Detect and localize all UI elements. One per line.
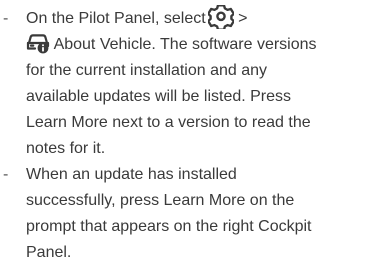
gear-icon	[207, 4, 234, 29]
car-info-icon	[26, 32, 50, 54]
step-text-rest: About Vehicle. The software versions for…	[26, 36, 317, 157]
bullet: -	[3, 10, 9, 27]
step-text: When an update has installed successfull…	[26, 166, 312, 261]
menu-separator: >	[233, 10, 248, 27]
step-text: On the Pilot Panel, select > About Vehic…	[26, 4, 326, 162]
bullet: -	[3, 166, 9, 183]
step-text-start: On the Pilot Panel, select	[26, 10, 206, 27]
